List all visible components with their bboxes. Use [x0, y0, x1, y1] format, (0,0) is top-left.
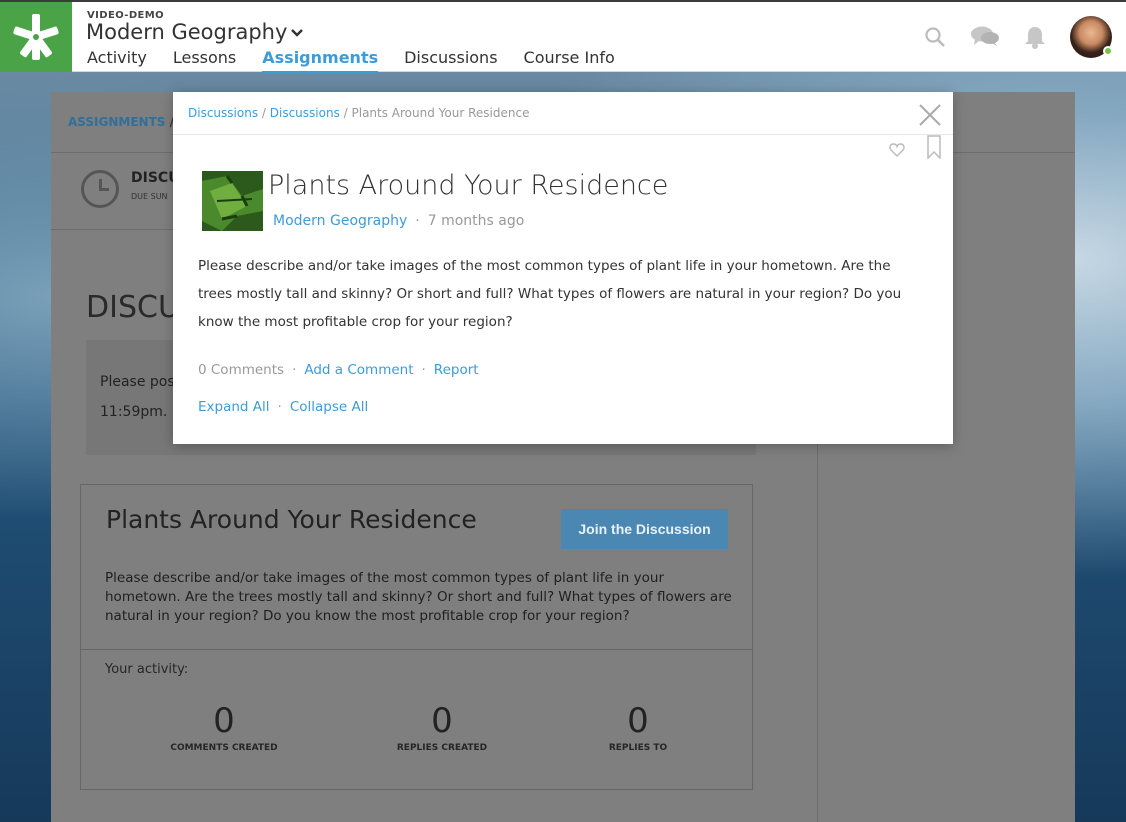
- instructions-deadline: 11:59pm.: [100, 404, 168, 420]
- stat-replies-to: 0 REPLIES TO: [593, 701, 683, 753]
- join-discussion-button[interactable]: Join the Discussion: [561, 509, 728, 549]
- close-icon[interactable]: [917, 102, 943, 128]
- clock-icon: [81, 170, 119, 208]
- discussion-thumbnail: [202, 171, 263, 231]
- nav-discussions[interactable]: Discussions: [404, 47, 497, 73]
- due-date-label: DUE SUN: [131, 192, 168, 201]
- divider: [173, 134, 953, 135]
- report-link[interactable]: Report: [434, 362, 479, 378]
- breadcrumb-discussions-sub[interactable]: Discussions: [270, 106, 340, 120]
- star-logo-icon: [13, 14, 59, 60]
- expand-all-link[interactable]: Expand All: [198, 399, 270, 415]
- modal-title: Plants Around Your Residence: [268, 170, 669, 201]
- stat-label: REPLIES TO: [608, 743, 668, 753]
- course-link[interactable]: Modern Geography: [273, 213, 407, 229]
- stat-label: REPLIES CREATED: [396, 743, 488, 753]
- chevron-down-icon: [291, 29, 304, 37]
- top-icons: [920, 2, 1126, 72]
- dot-separator: ·: [415, 213, 420, 229]
- stat-replies-created: 0 REPLIES CREATED: [387, 701, 497, 753]
- thread-actions: Expand All · Collapse All: [198, 399, 368, 415]
- stat-value: 0: [431, 701, 453, 741]
- stat-comments-created: 0 COMMENTS CREATED: [169, 701, 279, 753]
- course-switcher[interactable]: Modern Geography: [86, 20, 304, 44]
- modal-breadcrumb: Discussions / Discussions / Plants Aroun…: [188, 106, 529, 120]
- stat-value: 0: [213, 701, 235, 741]
- page-title: DISCU: [86, 290, 180, 325]
- instructions-text: Please post: [100, 374, 181, 390]
- add-comment-link[interactable]: Add a Comment: [304, 362, 413, 378]
- nav-activity[interactable]: Activity: [87, 47, 147, 73]
- stat-value: 0: [627, 701, 649, 741]
- nav-lessons[interactable]: Lessons: [173, 47, 236, 73]
- heart-icon[interactable]: [889, 142, 905, 158]
- comments-count: 0 Comments: [198, 362, 285, 378]
- dot-separator: ·: [292, 362, 297, 378]
- stat-label: COMMENTS CREATED: [170, 743, 278, 753]
- discussion-card: Plants Around Your Residence Join the Di…: [80, 484, 753, 790]
- user-avatar[interactable]: [1070, 16, 1113, 58]
- activity-label: Your activity:: [105, 662, 189, 677]
- chat-icon[interactable]: [970, 22, 1000, 52]
- modal-body: Please describe and/or take images of th…: [198, 258, 902, 330]
- nav-assignments[interactable]: Assignments: [262, 47, 379, 73]
- bell-icon[interactable]: [1020, 22, 1050, 52]
- discussion-card-title: Plants Around Your Residence: [106, 505, 477, 534]
- dot-separator: ·: [277, 399, 282, 415]
- online-status-dot: [1103, 46, 1113, 56]
- course-nav: Activity Lessons Assignments Discussions…: [87, 47, 641, 73]
- nav-course-info[interactable]: Course Info: [524, 47, 615, 73]
- dot-separator: ·: [421, 362, 426, 378]
- discussion-card-description: Please describe and/or take images of th…: [105, 570, 732, 624]
- discussion-modal: Discussions / Discussions / Plants Aroun…: [173, 92, 953, 444]
- breadcrumb-separator: /: [339, 106, 352, 120]
- timestamp: 7 months ago: [427, 213, 525, 229]
- top-navigation-bar: VIDEO-DEMO Modern Geography Activity Les…: [0, 0, 1126, 73]
- search-icon[interactable]: [920, 22, 950, 52]
- breadcrumb-discussions[interactable]: Discussions: [188, 106, 258, 120]
- collapse-all-link[interactable]: Collapse All: [290, 399, 368, 415]
- breadcrumb-separator: /: [258, 106, 270, 120]
- course-title: Modern Geography: [86, 20, 288, 44]
- breadcrumb-current: Plants Around Your Residence: [351, 106, 530, 120]
- breadcrumb-assignments[interactable]: ASSIGNMENTS: [68, 115, 165, 129]
- bookmark-icon[interactable]: [927, 135, 941, 159]
- comment-actions: 0 Comments · Add a Comment · Report: [198, 362, 479, 378]
- modal-meta: Modern Geography · 7 months ago: [273, 213, 524, 229]
- app-logo[interactable]: [0, 2, 72, 72]
- divider: [81, 649, 752, 650]
